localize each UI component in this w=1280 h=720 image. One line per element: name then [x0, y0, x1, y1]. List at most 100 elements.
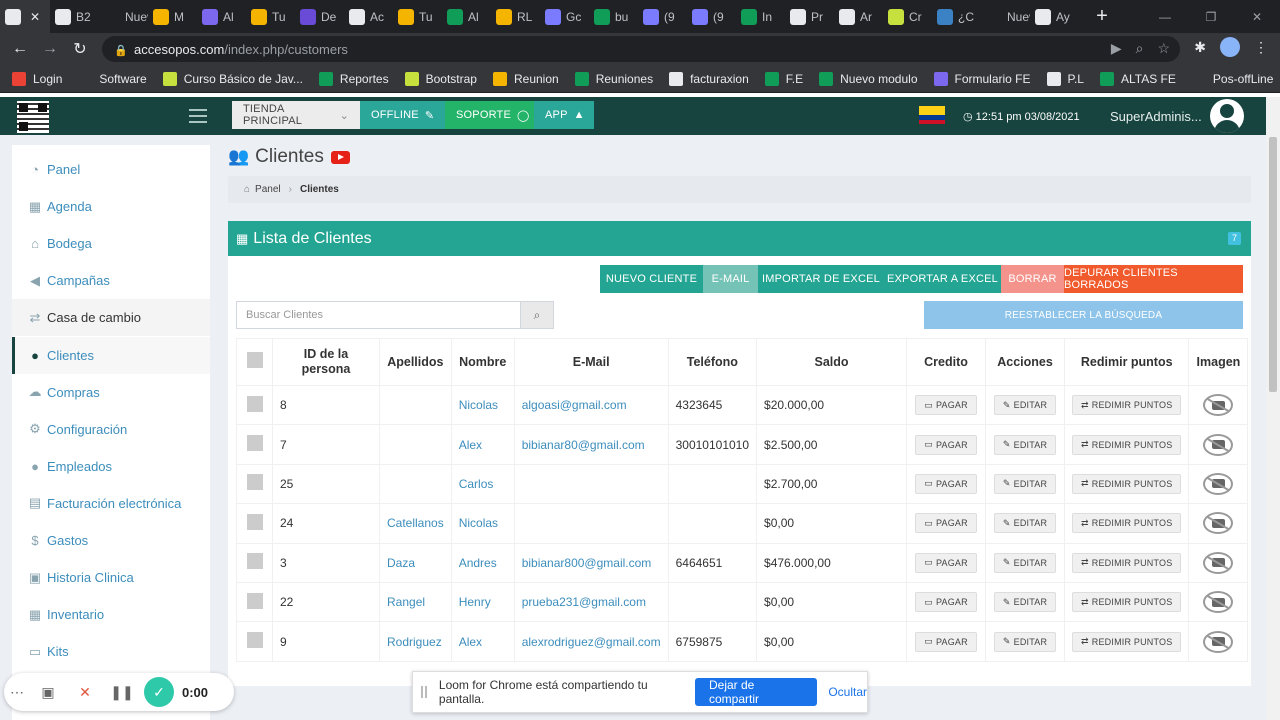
browser-tab[interactable]: (9 — [687, 0, 736, 33]
browser-tab[interactable]: Ac — [344, 0, 393, 33]
sidebar-item-compras[interactable]: ☁ Compras — [12, 374, 210, 411]
restore-icon[interactable]: ❐ — [1188, 0, 1234, 33]
row-checkbox[interactable] — [246, 592, 263, 609]
cell-nombre[interactable]: Nicolas — [450, 503, 515, 544]
browser-tab[interactable]: Tu — [246, 0, 295, 33]
edit-button[interactable]: ✎ EDITAR — [993, 592, 1057, 613]
profile-avatar[interactable] — [1220, 37, 1240, 57]
action-depurar-clientes-borrados-button[interactable]: DEPURAR CLIENTES BORRADOS — [1064, 265, 1243, 293]
redeem-points-button[interactable]: ⇄ REDIMIR PUNTOS — [1072, 552, 1182, 573]
action-borrar-button[interactable]: BORRAR — [1001, 265, 1064, 293]
bookmark-item[interactable]: Formulario FE — [933, 71, 1031, 86]
browser-tab[interactable]: Gc — [540, 0, 589, 33]
finish-recording-icon[interactable]: ✓ — [144, 677, 174, 707]
column-header[interactable]: E-Mail — [513, 338, 669, 386]
bookmark-item[interactable]: P.L — [1046, 71, 1084, 86]
pay-button[interactable]: ▭ PAGAR — [915, 631, 977, 652]
bookmark-item[interactable]: Reportes — [318, 71, 389, 86]
action-nuevo-cliente-button[interactable]: NUEVO CLIENTE — [600, 265, 703, 293]
pay-button[interactable]: ▭ PAGAR — [915, 434, 977, 455]
no-image-camera-icon[interactable] — [1203, 630, 1234, 653]
browser-tab[interactable]: bu — [589, 0, 638, 33]
cancel-recording-icon[interactable]: ✕ — [70, 677, 100, 707]
qr-logo[interactable] — [17, 101, 49, 133]
user-avatar[interactable] — [1210, 99, 1244, 133]
cell-nombre[interactable]: Alex — [450, 621, 515, 662]
bookmark-item[interactable]: Pos-offLine — [1191, 71, 1273, 86]
no-image-camera-icon[interactable] — [1203, 433, 1234, 456]
redeem-points-button[interactable]: ⇄ REDIMIR PUNTOS — [1072, 434, 1182, 455]
redeem-points-button[interactable]: ⇄ REDIMIR PUNTOS — [1072, 592, 1182, 613]
action-exportar-a-excel-button[interactable]: EXPORTAR A EXCEL — [884, 265, 1001, 293]
bookmark-item[interactable]: Software — [78, 71, 147, 86]
browser-tab[interactable]: In — [736, 0, 785, 33]
pay-button[interactable]: ▭ PAGAR — [915, 552, 977, 573]
bookmark-item[interactable]: Login — [12, 71, 62, 86]
camera-icon[interactable]: ▶ — [1111, 40, 1122, 57]
cell-nombre[interactable]: Carlos — [450, 463, 515, 505]
close-window-icon[interactable]: ✕ — [1234, 0, 1280, 33]
browser-tab[interactable]: Ay — [1030, 0, 1079, 33]
sidebar-item-clientes[interactable]: ● Clientes — [12, 336, 210, 374]
row-checkbox[interactable] — [246, 513, 263, 530]
more-dots-icon[interactable]: ⋯ — [8, 677, 26, 707]
scrollbar-thumb[interactable] — [1269, 137, 1277, 392]
reload-icon[interactable]: ↻ — [65, 34, 95, 64]
cell-apellidos[interactable]: Catellanos — [379, 503, 452, 544]
pay-button[interactable]: ▭ PAGAR — [915, 473, 977, 494]
cell-email[interactable]: prueba231@gmail.com — [513, 581, 669, 623]
sidebar-item-casa-de-cambio[interactable]: ⇄ Casa de cambio — [12, 299, 210, 337]
action-e-mail-button[interactable]: E-MAIL — [703, 265, 758, 293]
action-importar-de-excel-button[interactable]: IMPORTAR DE EXCEL — [758, 265, 884, 293]
row-checkbox[interactable] — [246, 435, 263, 452]
cell-nombre[interactable]: Nicolas — [450, 384, 515, 426]
browser-tab[interactable]: ¿C — [932, 0, 981, 33]
hide-button[interactable]: Ocultar — [828, 685, 867, 699]
column-header[interactable]: Redimir puntos — [1064, 338, 1190, 386]
browser-tab[interactable]: Tu — [393, 0, 442, 33]
no-image-camera-icon[interactable] — [1203, 472, 1234, 495]
sidebar-item-facturación-electrónica[interactable]: ▤ Facturación electrónica — [12, 485, 210, 522]
sidebar-item-campañas[interactable]: ◀ Campañas — [12, 262, 210, 299]
cell-apellidos[interactable]: Rodriguez — [379, 621, 452, 662]
browser-tab[interactable]: B2 — [50, 0, 99, 33]
no-image-camera-icon[interactable] — [1203, 591, 1234, 614]
no-image-camera-icon[interactable] — [1203, 394, 1234, 417]
column-header[interactable]: Credito — [906, 338, 987, 386]
row-checkbox[interactable] — [246, 553, 263, 570]
column-header[interactable]: Teléfono — [667, 338, 758, 386]
cell-nombre[interactable]: Henry — [450, 581, 515, 623]
search-button[interactable]: ⌕ — [520, 301, 554, 329]
bookmark-item[interactable]: Curso Básico de Jav... — [162, 71, 303, 86]
reset-search-button[interactable]: REESTABLECER LA BÚSQUEDA — [924, 301, 1243, 329]
new-tab-icon[interactable]: + — [1087, 5, 1117, 28]
browser-tab[interactable]: Nueva — [981, 0, 1030, 33]
column-header[interactable]: Nombre — [450, 338, 515, 386]
row-checkbox[interactable] — [246, 395, 263, 412]
redeem-points-button[interactable]: ⇄ REDIMIR PUNTOS — [1072, 631, 1182, 652]
no-image-camera-icon[interactable] — [1203, 551, 1234, 574]
cell-email[interactable]: alexrodriguez@gmail.com — [513, 621, 669, 662]
edit-button[interactable]: ✎ EDITAR — [993, 552, 1057, 573]
browser-tab[interactable]: Ar — [834, 0, 883, 33]
browser-tab[interactable]: Pr — [785, 0, 834, 33]
camera-toggle-icon[interactable]: ▣ — [33, 677, 63, 707]
bookmark-item[interactable]: facturaxion — [669, 71, 749, 86]
breadcrumb-home[interactable]: Panel — [255, 184, 281, 195]
search-input[interactable]: Buscar Clientes — [236, 301, 521, 329]
bookmark-item[interactable]: ALTAS FE — [1099, 71, 1176, 86]
cell-email[interactable] — [513, 463, 669, 505]
edit-button[interactable]: ✎ EDITAR — [993, 434, 1057, 455]
menu-toggle-icon[interactable] — [189, 109, 207, 123]
pay-button[interactable]: ▭ PAGAR — [915, 513, 977, 534]
edit-button[interactable]: ✎ EDITAR — [993, 631, 1057, 652]
edit-button[interactable]: ✎ EDITAR — [993, 395, 1057, 416]
column-header[interactable]: Acciones — [985, 338, 1066, 386]
no-image-camera-icon[interactable] — [1203, 512, 1234, 535]
browser-tab[interactable]: Al — [442, 0, 491, 33]
cell-apellidos[interactable]: Rangel — [379, 581, 452, 623]
bookmark-item[interactable]: Reunion — [492, 71, 559, 86]
redeem-points-button[interactable]: ⇄ REDIMIR PUNTOS — [1072, 395, 1182, 416]
tab-close-icon[interactable]: ✕ — [30, 10, 40, 24]
cell-email[interactable] — [513, 503, 669, 544]
